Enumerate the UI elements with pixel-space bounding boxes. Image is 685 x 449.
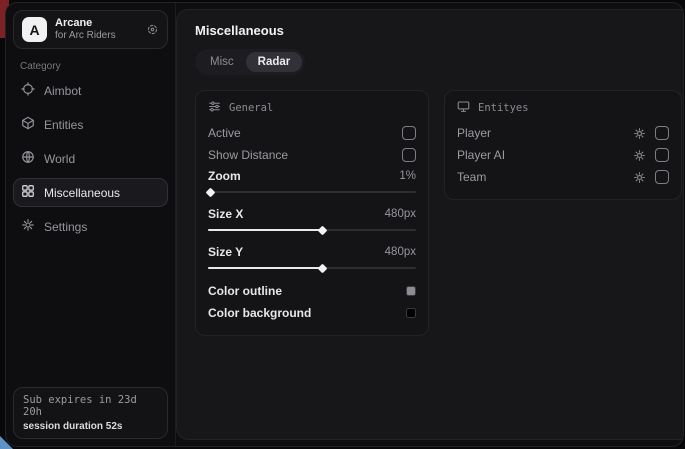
toggle-row-show-distance: Show Distance	[208, 144, 416, 166]
show-distance-checkbox[interactable]	[402, 148, 416, 162]
slider-thumb[interactable]	[206, 187, 216, 197]
tab-bar: Misc Radar	[195, 49, 305, 75]
slider-value: 1%	[399, 170, 416, 182]
entity-row-team: Team	[457, 166, 669, 188]
gear-icon[interactable]	[633, 127, 646, 140]
sidebar-item-label: Entities	[44, 118, 83, 132]
player-ai-checkbox[interactable]	[655, 148, 669, 162]
app-subtitle: for Arc Riders	[55, 30, 138, 42]
general-card-title: General	[229, 102, 273, 114]
crosshair-icon	[21, 82, 35, 99]
sidebar-item-label: Aimbot	[44, 84, 81, 98]
sidebar-item-aimbot[interactable]: Aimbot	[13, 76, 168, 105]
color-label: Color outline	[208, 284, 282, 298]
gear-icon[interactable]	[633, 149, 646, 162]
subscription-card: Sub expires in 23d 20h session duration …	[13, 387, 168, 439]
slider-group-size-x: Size X 480px	[208, 204, 416, 235]
slider-label: Zoom	[208, 169, 241, 183]
entities-card: Entityes Player Player AI	[444, 90, 682, 200]
sidebar: A Arcane for Arc Riders Category Aimbot	[6, 3, 176, 446]
team-checkbox[interactable]	[655, 170, 669, 184]
globe-icon	[21, 150, 35, 167]
color-row-outline: Color outline	[208, 280, 416, 302]
size-y-slider[interactable]	[208, 263, 416, 273]
entity-row-player-ai: Player AI	[457, 144, 669, 166]
size-x-slider[interactable]	[208, 225, 416, 235]
sidebar-nav: Aimbot Entities World Miscellaneous	[13, 76, 168, 241]
entity-label: Team	[457, 170, 624, 184]
gear-icon	[21, 218, 35, 235]
sidebar-item-settings[interactable]: Settings	[13, 212, 168, 241]
slider-label: Size Y	[208, 245, 243, 259]
slider-group-zoom: Zoom 1%	[208, 166, 416, 197]
player-checkbox[interactable]	[655, 126, 669, 140]
slider-value: 480px	[385, 246, 416, 258]
gear-icon[interactable]	[633, 171, 646, 184]
tab-misc[interactable]: Misc	[198, 52, 246, 72]
subscription-expiry: Sub expires in 23d 20h	[23, 394, 158, 418]
entities-card-title: Entityes	[478, 102, 529, 114]
slider-thumb[interactable]	[318, 225, 328, 235]
toggle-label: Show Distance	[208, 148, 288, 162]
general-card: General Active Show Distance Zoom 1%	[195, 90, 429, 336]
entity-label: Player	[457, 126, 624, 140]
zoom-slider[interactable]	[208, 187, 416, 197]
sidebar-item-world[interactable]: World	[13, 144, 168, 173]
slider-value: 480px	[385, 208, 416, 220]
sidebar-item-label: Settings	[44, 220, 87, 234]
logo-card: A Arcane for Arc Riders	[13, 10, 168, 49]
cube-icon	[21, 116, 35, 133]
sidebar-item-label: Miscellaneous	[44, 186, 120, 200]
slider-thumb[interactable]	[318, 263, 328, 273]
page-title: Miscellaneous	[195, 23, 682, 38]
app-logo: A	[22, 17, 47, 42]
active-checkbox[interactable]	[402, 126, 416, 140]
sync-icon[interactable]	[146, 23, 159, 36]
sliders-icon	[208, 100, 221, 116]
main-panel: Miscellaneous Misc Radar General Active	[176, 9, 684, 440]
app-title: Arcane	[55, 17, 138, 30]
app-window: A Arcane for Arc Riders Category Aimbot	[5, 2, 684, 447]
slider-group-size-y: Size Y 480px	[208, 242, 416, 273]
toggle-label: Active	[208, 126, 241, 140]
color-outline-swatch[interactable]	[406, 286, 416, 296]
entity-label: Player AI	[457, 148, 624, 162]
color-background-swatch[interactable]	[406, 308, 416, 318]
entity-row-player: Player	[457, 122, 669, 144]
sidebar-item-entities[interactable]: Entities	[13, 110, 168, 139]
grid-icon	[21, 184, 35, 201]
color-label: Color background	[208, 306, 311, 320]
sidebar-item-label: World	[44, 152, 75, 166]
session-duration: session duration 52s	[23, 421, 158, 432]
color-row-background: Color background	[208, 302, 416, 324]
category-label: Category	[20, 61, 168, 72]
sidebar-item-miscellaneous[interactable]: Miscellaneous	[13, 178, 168, 207]
tab-radar[interactable]: Radar	[246, 52, 303, 72]
toggle-row-active: Active	[208, 122, 416, 144]
slider-label: Size X	[208, 207, 243, 221]
monitor-icon	[457, 100, 470, 116]
